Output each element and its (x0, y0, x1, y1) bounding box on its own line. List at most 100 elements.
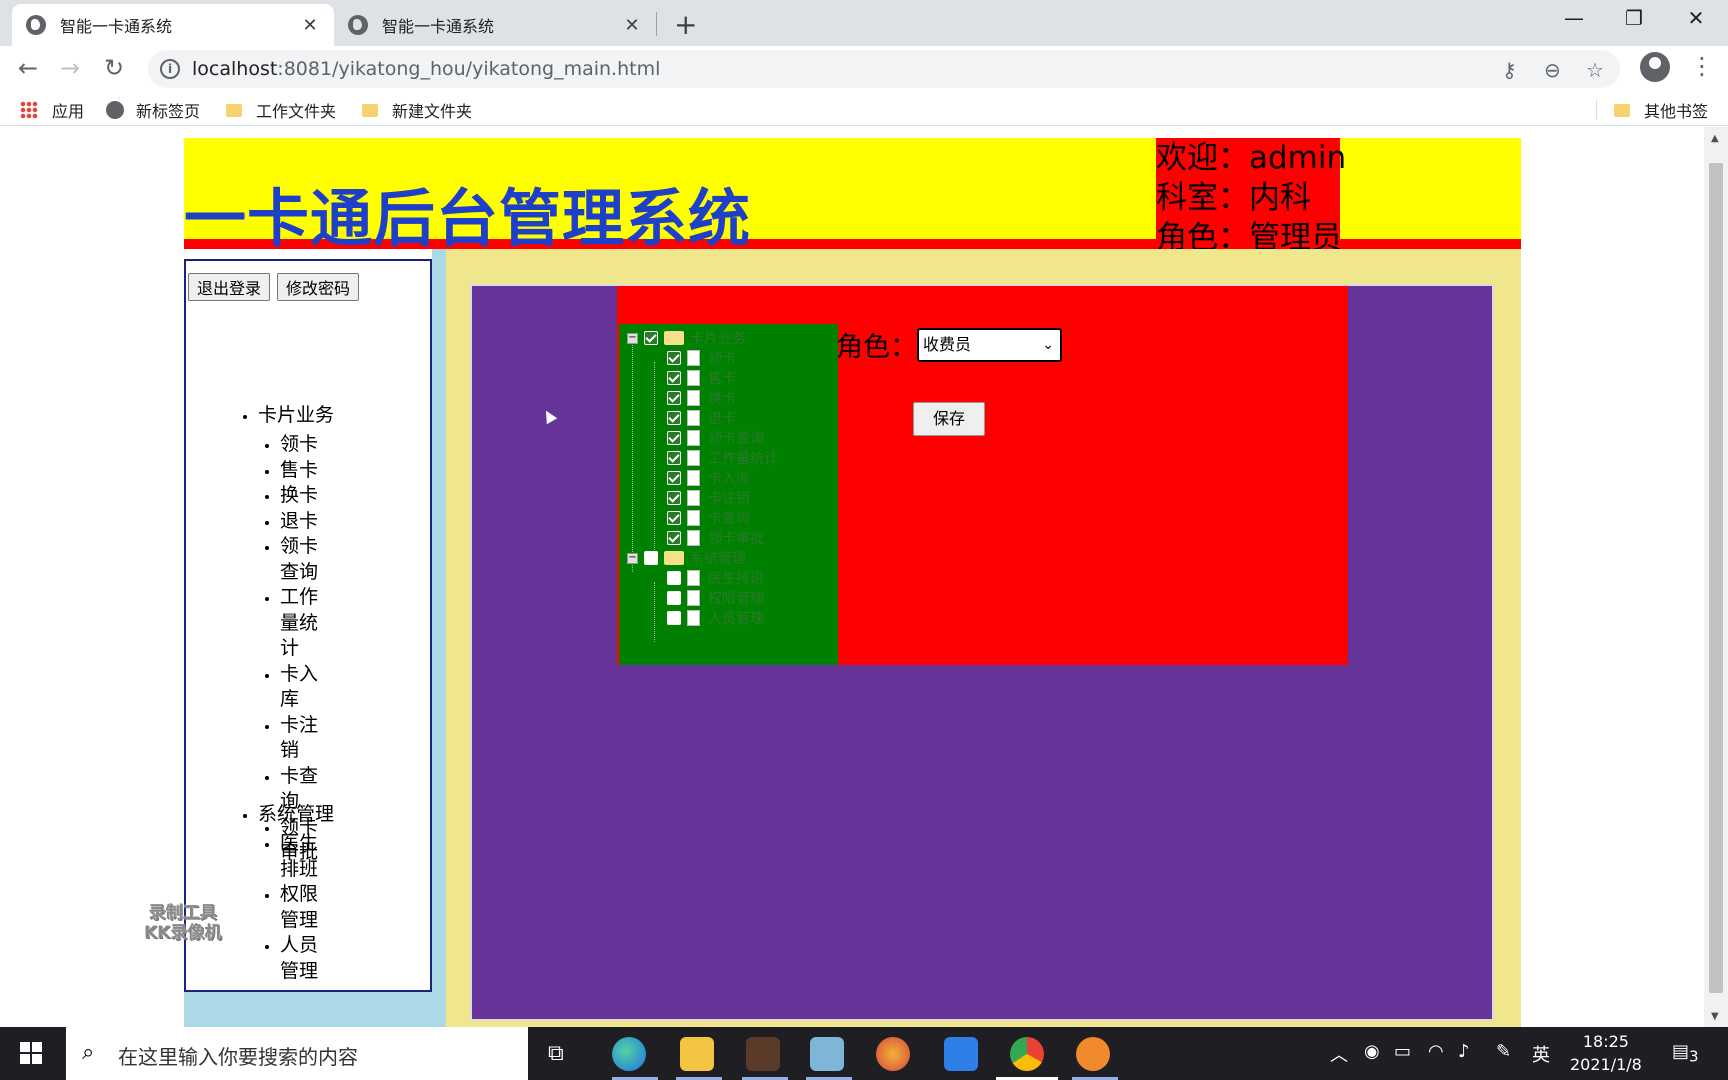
minimize-button[interactable]: — (1554, 6, 1594, 30)
app-icon[interactable] (876, 1037, 910, 1071)
tree-checkbox[interactable] (667, 451, 681, 465)
tree-item[interactable]: 医生排班 (667, 568, 764, 588)
collapse-icon[interactable]: − (627, 332, 638, 344)
site-info-icon[interactable]: i (160, 59, 180, 79)
menu-item[interactable]: 领卡查询 (280, 534, 334, 585)
url-text[interactable]: localhost:8081/yikatong_hou/yikatong_mai… (192, 58, 660, 80)
qq-icon[interactable]: ◉ (1364, 1041, 1380, 1062)
notes-icon[interactable] (810, 1037, 844, 1071)
tree-checkbox[interactable] (667, 471, 681, 485)
scroll-thumb[interactable] (1709, 163, 1723, 993)
clock[interactable]: 18:25 2021/1/8 (1570, 1030, 1642, 1076)
taskbar-search[interactable]: ⌕ 在这里输入你要搜索的内容 (66, 1027, 528, 1080)
bookmark-other[interactable]: 其他书签 (1614, 98, 1708, 122)
tree-checkbox[interactable] (667, 591, 681, 605)
volume-icon[interactable]: ♪ (1458, 1041, 1470, 1062)
folder-icon (664, 551, 684, 565)
tree-item[interactable]: 换卡 (667, 388, 736, 408)
tree-checkbox[interactable] (644, 331, 658, 345)
tree-checkbox[interactable] (667, 411, 681, 425)
wifi-icon[interactable]: ◠ (1428, 1041, 1444, 1062)
menu-item[interactable]: 售卡 (280, 458, 334, 484)
bookmark-work-folder[interactable]: 工作文件夹 (226, 98, 336, 122)
save-button[interactable]: 保存 (913, 402, 985, 436)
eclipse-icon[interactable] (746, 1037, 780, 1071)
battery-icon[interactable]: ▭ (1394, 1041, 1411, 1062)
menu-item[interactable]: 人员管理 (280, 933, 334, 984)
tree-item[interactable]: 权限管理 (667, 588, 764, 608)
menu-group-label[interactable]: 系统管理 (258, 799, 334, 826)
chrome-icon[interactable] (1010, 1037, 1044, 1071)
new-tab-button[interactable]: + (674, 8, 697, 41)
tab-close-icon[interactable]: ✕ (622, 15, 642, 36)
tab-title: 智能一卡通系统 (60, 17, 173, 36)
tree-group[interactable]: − 系统管理 (627, 548, 746, 568)
menu-item[interactable]: 工作量统计 (280, 585, 334, 662)
tray-expand-icon[interactable]: ︿ (1330, 1041, 1348, 1067)
menu-item[interactable]: 卡注销 (280, 713, 334, 764)
tree-checkbox[interactable] (667, 431, 681, 445)
close-window-button[interactable]: ✕ (1676, 6, 1716, 30)
menu-item[interactable]: 医生排班 (280, 831, 334, 882)
task-view-icon[interactable]: ⧉ (548, 1041, 564, 1066)
tree-item[interactable]: 人员管理 (667, 608, 764, 628)
tree-item[interactable]: 领卡审批 (667, 528, 764, 548)
ime-indicator[interactable]: 英 (1532, 1041, 1550, 1067)
reload-button[interactable]: ↻ (104, 54, 124, 82)
bookmark-new-tab[interactable]: 新标签页 (106, 98, 200, 122)
tree-item[interactable]: 领卡 (667, 348, 736, 368)
address-bar[interactable]: i localhost:8081/yikatong_hou/yikatong_m… (148, 50, 1620, 88)
bookmark-star-icon[interactable]: ☆ (1586, 58, 1604, 82)
menu-group-label[interactable]: 卡片业务 (258, 400, 334, 427)
key-icon[interactable]: ⚷ (1502, 58, 1517, 82)
tab-active[interactable]: 智能一卡通系统 ✕ (12, 4, 334, 46)
collapse-icon[interactable]: − (627, 552, 638, 564)
tree-group-label: 系统管理 (690, 551, 746, 567)
tree-checkbox[interactable] (667, 571, 681, 585)
tree-item[interactable]: 退卡 (667, 408, 736, 428)
recorder-icon[interactable] (1076, 1037, 1110, 1071)
menu-item[interactable]: 退卡 (280, 509, 334, 535)
menu-item[interactable]: 权限管理 (280, 882, 334, 933)
forward-button[interactable]: → (60, 54, 80, 82)
page-scrollbar[interactable]: ▲ ▼ (1704, 127, 1728, 1027)
bookmark-apps[interactable]: 应用 (20, 98, 84, 122)
menu-item[interactable]: 领卡 (280, 432, 334, 458)
tree-checkbox[interactable] (667, 371, 681, 385)
file-explorer-icon[interactable] (680, 1037, 714, 1071)
tab-close-icon[interactable]: ✕ (300, 15, 320, 36)
tree-checkbox[interactable] (667, 391, 681, 405)
tree-group[interactable]: − 卡片业务 (627, 328, 746, 348)
tree-checkbox[interactable] (667, 351, 681, 365)
menu-item[interactable]: 换卡 (280, 483, 334, 509)
tree-checkbox[interactable] (667, 611, 681, 625)
tree-item[interactable]: 售卡 (667, 368, 736, 388)
tree-checkbox[interactable] (667, 511, 681, 525)
tree-checkbox[interactable] (667, 491, 681, 505)
pen-icon[interactable]: ✎ (1496, 1041, 1511, 1062)
tree-item[interactable]: 卡注销 (667, 488, 750, 508)
tree-item[interactable]: 领卡查询 (667, 428, 764, 448)
logout-button[interactable]: 退出登录 (188, 273, 271, 301)
tree-checkbox[interactable] (667, 531, 681, 545)
wps-icon[interactable] (944, 1037, 978, 1071)
tree-checkbox[interactable] (644, 551, 658, 565)
bookmark-new-folder[interactable]: 新建文件夹 (362, 98, 472, 122)
profile-icon[interactable] (1640, 52, 1670, 82)
notification-icon[interactable]: ▤3 (1672, 1041, 1699, 1066)
browser-menu-icon[interactable]: ⋮ (1690, 52, 1714, 80)
change-password-button[interactable]: 修改密码 (277, 273, 360, 301)
tab-inactive[interactable]: 智能一卡通系统 ✕ (334, 4, 656, 46)
zoom-icon[interactable]: ⊖ (1544, 58, 1561, 82)
back-button[interactable]: ← (18, 54, 38, 82)
tree-item[interactable]: 工作量统计 (667, 448, 778, 468)
restore-button[interactable]: ❐ (1614, 6, 1654, 30)
windows-start-icon[interactable] (20, 1042, 42, 1064)
tree-item[interactable]: 卡查询 (667, 508, 750, 528)
scroll-down-icon[interactable]: ▼ (1711, 1011, 1719, 1022)
scroll-up-icon[interactable]: ▲ (1711, 133, 1719, 144)
role-select[interactable]: 收费员 ⌄ (917, 328, 1062, 362)
menu-item[interactable]: 卡入库 (280, 662, 334, 713)
tree-item[interactable]: 卡入库 (667, 468, 750, 488)
edge-icon[interactable] (612, 1037, 646, 1071)
